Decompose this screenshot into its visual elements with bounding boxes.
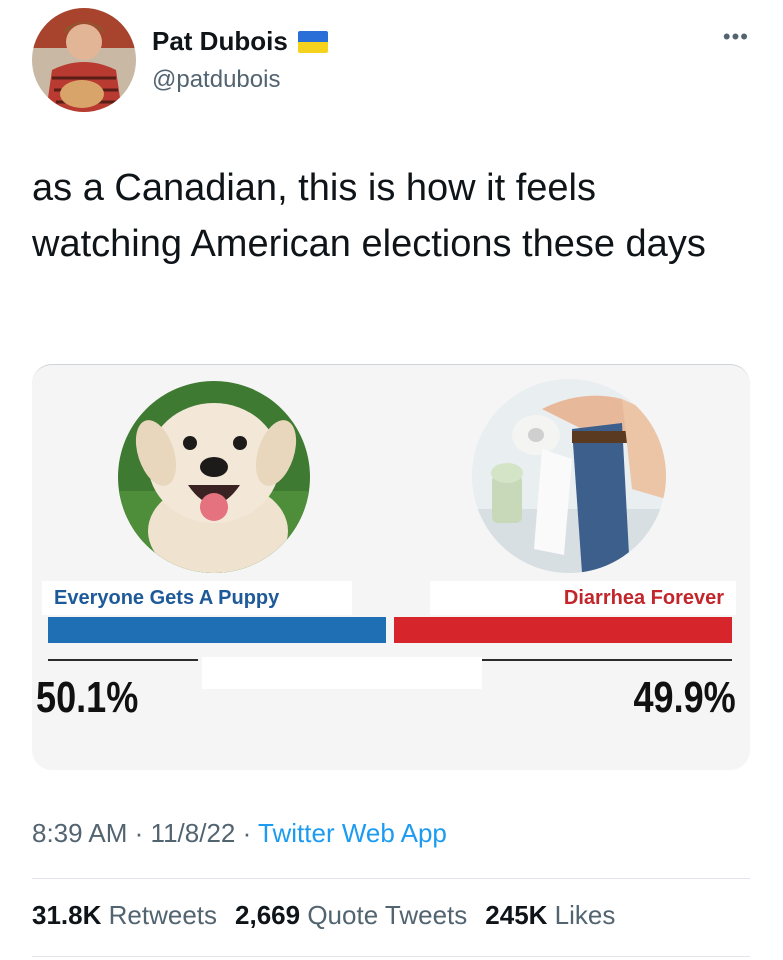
tweet-image[interactable]: Everyone Gets A Puppy Diarrhea Forever 5… (32, 364, 750, 770)
ukraine-flag-icon (297, 30, 328, 53)
left-percent: 50.1% (36, 673, 139, 722)
toilet-paper-photo (472, 379, 666, 573)
quote-tweets-count: 2,669 (235, 900, 301, 930)
more-icon[interactable]: ••• (723, 24, 749, 50)
likes-count: 245K (485, 900, 548, 930)
retweets-count: 31.8K (32, 900, 102, 930)
tweet-date[interactable]: 11/8/22 (151, 818, 236, 848)
tweet-source-link[interactable]: Twitter Web App (258, 818, 447, 848)
likes-stat[interactable]: 245K Likes (485, 900, 615, 931)
quote-tweets-label: Quote Tweets (307, 900, 468, 930)
separator: · (134, 818, 144, 848)
tweet-meta: 8:39 AM · 11/8/22 · Twitter Web App (32, 818, 447, 849)
right-option-label: Diarrhea Forever (430, 581, 736, 615)
right-result-bar (394, 617, 732, 643)
redaction-box (202, 657, 482, 689)
bottom-divider (32, 956, 750, 957)
retweets-stat[interactable]: 31.8K Retweets (32, 900, 217, 931)
likes-label: Likes (554, 900, 616, 930)
retweets-label: Retweets (108, 900, 218, 930)
separator: · (242, 818, 252, 848)
divider-line (482, 659, 732, 661)
author-handle[interactable]: @patdubois (152, 66, 280, 94)
left-option-label: Everyone Gets A Puppy (42, 581, 352, 615)
divider-line (48, 659, 198, 661)
left-result-bar (48, 617, 386, 643)
puppy-photo (118, 381, 310, 573)
tweet-text: as a Canadian, this is how it feels watc… (32, 167, 706, 265)
right-percent: 49.9% (633, 673, 736, 722)
quote-tweets-stat[interactable]: 2,669 Quote Tweets (235, 900, 467, 931)
avatar[interactable] (32, 8, 136, 112)
tweet-stats: 31.8K Retweets 2,669 Quote Tweets 245K L… (32, 900, 615, 931)
author-name[interactable]: Pat Dubois (152, 26, 288, 57)
stats-divider (32, 878, 750, 879)
author-name-row[interactable]: Pat Dubois (152, 26, 328, 57)
tweet-time[interactable]: 8:39 AM (32, 818, 127, 848)
